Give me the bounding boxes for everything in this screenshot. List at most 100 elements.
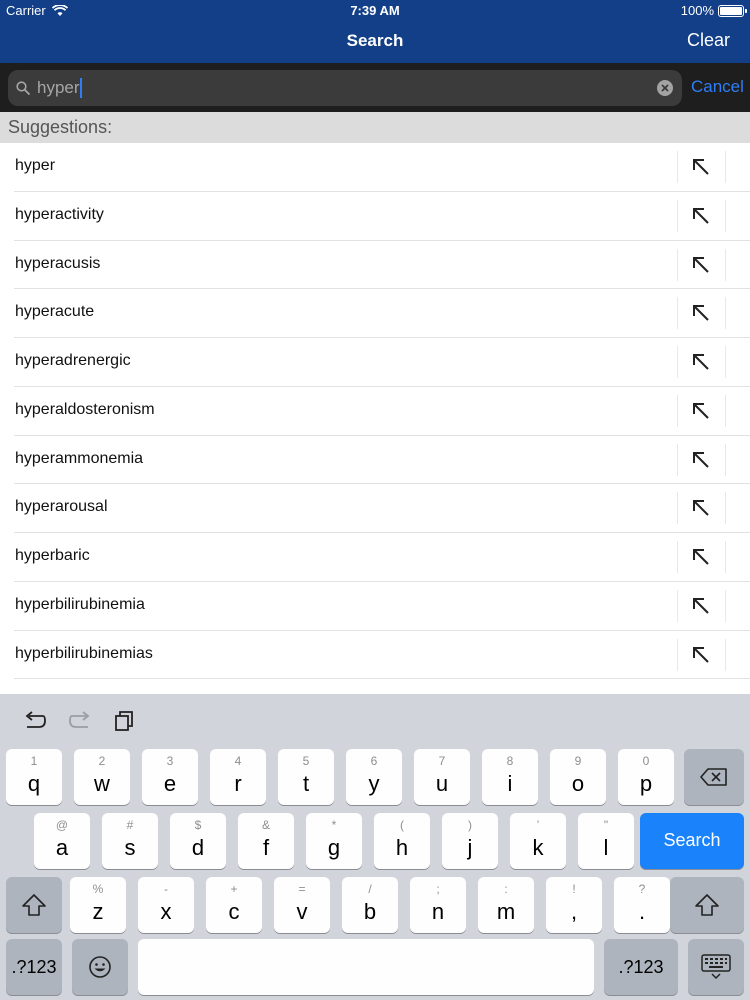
key-3-row3[interactable]: = v <box>274 877 330 933</box>
row-divider <box>677 589 678 622</box>
key-label: i <box>507 771 513 796</box>
shift-key-left[interactable] <box>6 877 62 933</box>
fill-in-arrow-icon[interactable] <box>690 644 712 666</box>
battery-icon <box>718 4 747 17</box>
key-6-row2[interactable]: ) j <box>442 813 498 869</box>
key-4-row2[interactable]: * g <box>306 813 362 869</box>
key-3-row2[interactable]: & f <box>238 813 294 869</box>
key-5-row2[interactable]: (h <box>374 813 430 869</box>
key-label: m <box>496 899 516 924</box>
suggestion-row[interactable]: hyperbaric <box>14 533 750 582</box>
key-0-row3[interactable]: % z <box>70 877 126 933</box>
suggestion-row[interactable]: hyperacute <box>14 289 750 338</box>
fill-in-arrow-icon[interactable] <box>690 595 712 617</box>
row-divider <box>677 541 678 573</box>
key-8-row2[interactable]: " l <box>578 813 634 869</box>
suggestion-row[interactable]: hyperadrenergic <box>14 338 750 387</box>
fill-in-arrow-icon[interactable] <box>690 449 712 471</box>
key-8-row3[interactable]: ?. <box>614 877 670 933</box>
key-5-row1[interactable]: 6y <box>346 749 402 805</box>
key-4-row3[interactable]: / b <box>342 877 398 933</box>
row-divider <box>725 394 726 427</box>
suggestion-row[interactable]: hyperammonemia <box>14 436 750 485</box>
fill-in-arrow-icon[interactable] <box>690 351 712 373</box>
clear-button[interactable]: Clear <box>687 30 730 51</box>
row-divider <box>725 638 726 671</box>
suggestion-label: hyperbaric <box>15 547 90 564</box>
fill-in-arrow-icon[interactable] <box>690 546 712 568</box>
key-9-row1[interactable]: 0p <box>618 749 674 805</box>
suggestion-label: hyperaldosteronism <box>15 400 155 418</box>
fill-in-arrow-icon[interactable] <box>690 254 712 276</box>
space-key[interactable] <box>138 939 594 995</box>
suggestion-label: hyperacusis <box>15 254 101 272</box>
paste-icon[interactable] <box>113 710 137 732</box>
key-7-row2[interactable]: ’ k <box>510 813 566 869</box>
key-2-row3[interactable]: + c <box>206 877 262 933</box>
suggestion-row[interactable]: hyperaldosteronism <box>14 387 750 436</box>
key-label: l <box>603 835 609 860</box>
fill-in-arrow-icon[interactable] <box>690 205 712 227</box>
key-1-row1[interactable]: 2w <box>74 749 130 805</box>
key-hint: - <box>164 882 168 896</box>
suggestion-row[interactable]: hyper <box>14 143 750 192</box>
suggestion-row[interactable]: hyperactivity <box>14 192 750 241</box>
key-label: k <box>532 835 544 860</box>
numbers-key-right[interactable]: .?123 <box>604 939 678 995</box>
key-0-row1[interactable]: 1q <box>6 749 62 805</box>
key-1-row3[interactable]: -x <box>138 877 194 933</box>
key-label: . <box>638 899 646 924</box>
key-label: j <box>467 835 473 860</box>
key-label: e <box>163 771 177 796</box>
suggestion-row[interactable]: hyperacusis <box>14 241 750 290</box>
search-icon <box>16 81 30 95</box>
key-2-row1[interactable]: 3e <box>142 749 198 805</box>
redo-icon[interactable] <box>68 710 92 732</box>
key-hint: 9 <box>574 754 582 768</box>
suggestion-label: hyperammonemia <box>15 449 144 467</box>
key-hint: # <box>126 818 134 832</box>
suggestion-row[interactable]: hyperarousal <box>14 484 750 533</box>
fill-in-arrow-icon[interactable] <box>690 497 712 519</box>
emoji-key[interactable] <box>72 939 128 995</box>
key-1-row2[interactable]: # s <box>102 813 158 869</box>
row-divider <box>677 151 678 183</box>
key-hint: 2 <box>98 754 106 768</box>
backspace-key[interactable] <box>684 749 744 805</box>
suggestions-list: hyper hyperactivity hyperacusis hyperacute h… <box>0 143 750 694</box>
fill-in-arrow-icon[interactable] <box>690 156 712 178</box>
key-6-row3[interactable]: :m <box>478 877 534 933</box>
key-5-row3[interactable]: ; n <box>410 877 466 933</box>
key-0-row2[interactable]: @ a <box>34 813 90 869</box>
search-input[interactable]: hyper <box>8 70 682 106</box>
shift-key-right[interactable] <box>670 877 744 933</box>
emoji-icon <box>89 956 111 978</box>
row-divider <box>725 346 726 378</box>
key-hint: " <box>603 818 609 832</box>
suggestion-label: hyperarousal <box>15 498 108 516</box>
key-label: x <box>160 899 172 924</box>
page-title: Search <box>346 31 404 50</box>
dismiss-keyboard-key[interactable] <box>688 939 744 995</box>
key-6-row1[interactable]: 7u <box>414 749 470 805</box>
suggestion-row[interactable]: hyperbilirubinemia <box>14 582 750 631</box>
key-3-row1[interactable]: 4r <box>210 749 266 805</box>
row-divider <box>725 199 726 232</box>
cancel-button[interactable]: Cancel <box>691 77 744 97</box>
key-2-row2[interactable]: $ d <box>170 813 226 869</box>
row-divider <box>725 248 726 281</box>
undo-icon[interactable] <box>23 710 47 732</box>
clear-text-icon[interactable] <box>657 80 673 96</box>
numbers-key-left[interactable]: .?123 <box>6 939 62 995</box>
key-4-row1[interactable]: 5t <box>278 749 334 805</box>
key-7-row1[interactable]: 8i <box>482 749 538 805</box>
fill-in-arrow-icon[interactable] <box>690 400 712 422</box>
key-8-row1[interactable]: 9o <box>550 749 606 805</box>
fill-in-arrow-icon[interactable] <box>690 302 712 324</box>
key-label: c <box>228 899 240 924</box>
key-label: f <box>262 835 270 860</box>
search-key[interactable]: Search <box>640 813 744 869</box>
suggestion-row[interactable]: hyperbilirubinemias <box>14 631 750 680</box>
row-divider <box>677 638 678 671</box>
key-7-row3[interactable]: !, <box>546 877 602 933</box>
